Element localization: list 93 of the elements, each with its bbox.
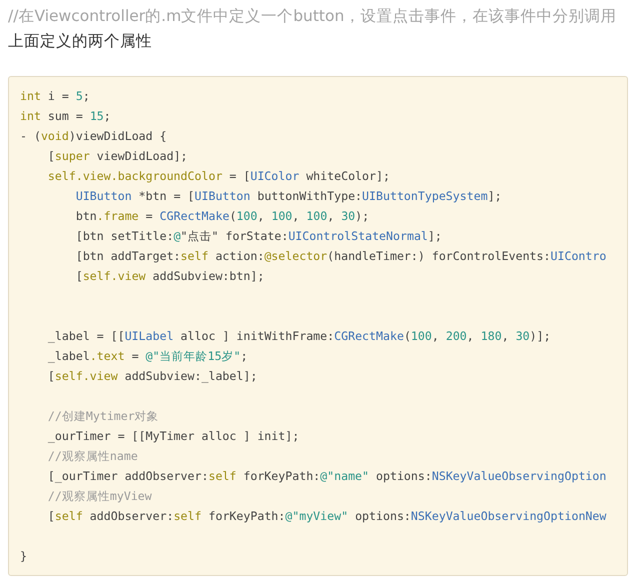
code-token: [ [46, 149, 55, 163]
code-token: int [20, 89, 41, 103]
code-token: void [40, 129, 69, 143]
code-token: ( [404, 329, 411, 343]
code-token: @"name" [320, 469, 370, 483]
code-token: forKeyPath: [242, 469, 320, 483]
code-token: _label = [[ [46, 329, 125, 343]
code-token: ]; [488, 189, 502, 203]
code-token: whiteColor]; [305, 169, 390, 183]
code-token: , [432, 329, 440, 343]
code-token: 30 [341, 209, 356, 223]
code-token: (handleTimer:) forControlEvents: [327, 249, 551, 263]
code-token: buttonWithType: [256, 189, 362, 203]
code-token: [ [74, 269, 83, 283]
code-token: 100 [271, 209, 292, 223]
code-token: .frame [96, 209, 139, 223]
code-token: NSKeyValueObservingOption [432, 469, 606, 483]
code-token: _label [46, 349, 90, 363]
code-token: sum = [46, 109, 84, 123]
code-token: , [502, 329, 510, 343]
code-token: [btn setTitle: [74, 229, 174, 243]
code-token: *btn = [ [138, 189, 195, 203]
code-token: , [466, 329, 475, 343]
code-token: NSKeyValueObservingOptionNew [410, 509, 606, 523]
code-token: options: [375, 469, 432, 483]
code-token: 100 [236, 209, 258, 223]
code-token: self [180, 249, 208, 263]
code-token: @"myView" [285, 509, 348, 523]
code-token: , [292, 209, 300, 223]
code-token: 180 [480, 329, 502, 343]
code-token: UIButton [194, 189, 250, 203]
code-token: ]; [428, 229, 442, 243]
code-token: [ [46, 369, 55, 383]
code-token: _ourTimer = [[MyTimer alloc ] init]; [46, 429, 300, 443]
code-token: "点击" forState: [180, 229, 288, 243]
heading-text: 上面定义的两个属性 [8, 31, 153, 52]
code-token: , [327, 209, 336, 223]
code-token: btn [74, 209, 97, 223]
code-token: } [20, 549, 27, 563]
code-token: ; [104, 109, 111, 123]
code-token: @selector [264, 249, 328, 263]
code-token: [ [46, 509, 55, 523]
code-token: options: [354, 509, 411, 523]
heading-text: //在Viewcontroller的.m文件中定义一个button，设置点击事件，在该事件中分别调用 [8, 6, 618, 27]
code-token: 100 [306, 209, 328, 223]
code-token: action: [214, 249, 264, 263]
code-token: int [20, 109, 41, 123]
code-token: self [174, 509, 202, 523]
code-token: UILabel [124, 329, 174, 343]
code-token: UIControlStateNormal [288, 229, 428, 243]
code-token: 5 [76, 89, 83, 103]
code-token: = [144, 209, 154, 223]
code-token: , [257, 209, 266, 223]
code-token: addObserver: [88, 509, 174, 523]
code-token: CGRectMake [334, 329, 404, 343]
code-token: ; [82, 89, 90, 103]
code-token: CGRectMake [160, 209, 230, 223]
code-token: )]; [530, 329, 551, 343]
code-token: self [208, 469, 236, 483]
code-token: [_ourTimer addObserver: [46, 469, 208, 483]
code-token: ( [229, 209, 236, 223]
code-token: [btn addTarget: [74, 249, 181, 263]
code-token: self [54, 509, 83, 523]
code-token: @ [174, 229, 181, 243]
code-token: 15 [90, 109, 104, 123]
code-token: //观察属性myView [46, 489, 152, 503]
code-token: self.view [54, 369, 118, 383]
code-token: i = [46, 89, 70, 103]
code-token: super [54, 149, 90, 163]
code-token: .text [90, 349, 125, 363]
code-token: UIColor [250, 169, 300, 183]
code-token: 100 [410, 329, 432, 343]
code-token: - ( [20, 129, 41, 143]
code-token: alloc ] initWithFrame: [180, 329, 334, 343]
code-token: UIButtonTypeSystem [362, 189, 488, 203]
code-token: self.view.backgroundColor [46, 169, 222, 183]
code-token: = [130, 349, 140, 363]
code-token: forKeyPath: [207, 509, 286, 523]
code-token: self.view [82, 269, 146, 283]
code-token: @"当前年龄15岁" [146, 349, 241, 363]
code-token: addSubview:btn]; [152, 269, 264, 283]
code-token: UIButton [74, 189, 132, 203]
code-token: ); [355, 209, 370, 223]
code-token: 200 [446, 329, 467, 343]
code-token: 30 [516, 329, 530, 343]
code-token: //观察属性name [46, 449, 138, 463]
code-token: )viewDidLoad { [68, 129, 167, 143]
code-token: viewDidLoad]; [96, 149, 188, 163]
code-token: addSubview:_label]; [124, 369, 258, 383]
code-token: UIContro [550, 249, 606, 263]
code-token: ; [240, 349, 248, 363]
code-token: //创建Mytimer对象 [46, 409, 159, 423]
code-token: = [ [228, 169, 250, 183]
